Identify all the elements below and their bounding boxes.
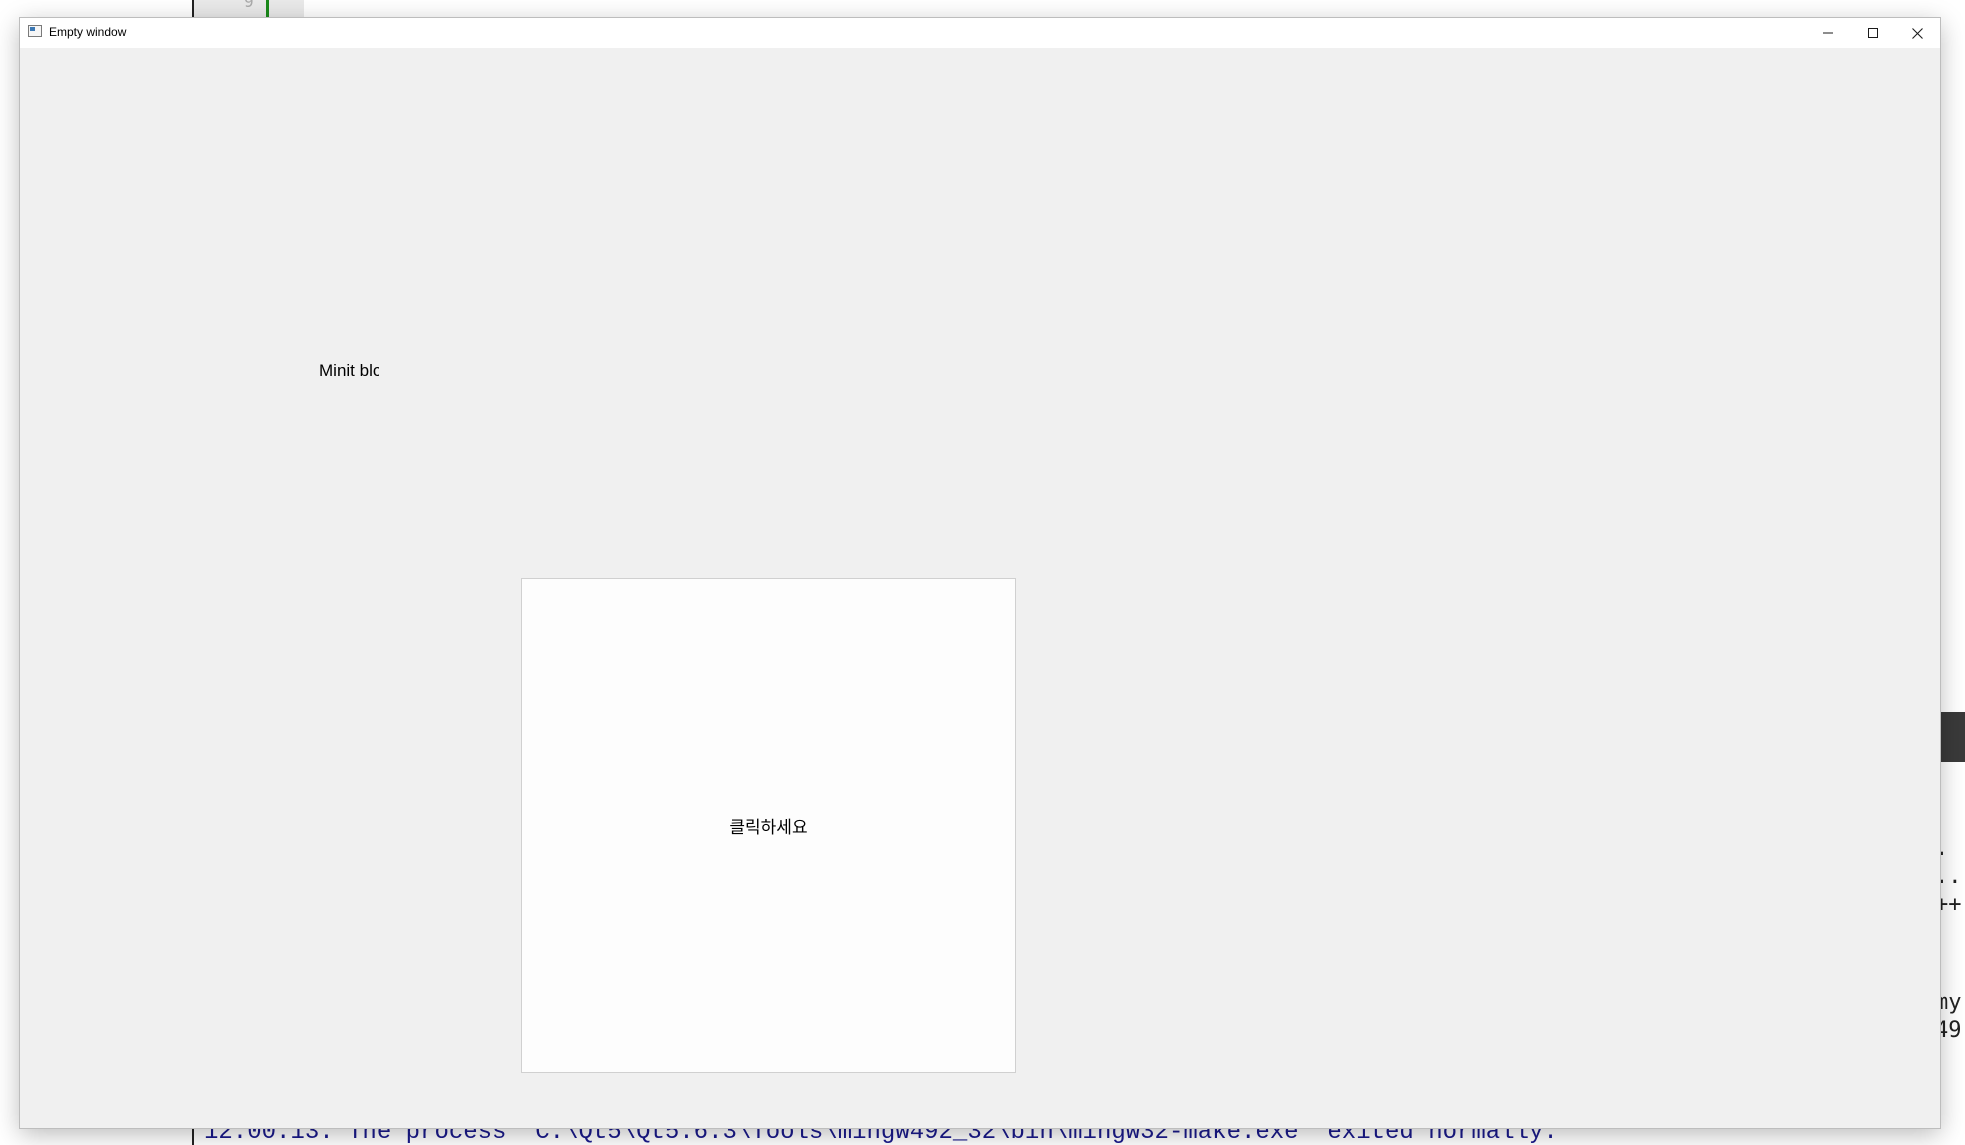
close-icon (1912, 27, 1923, 39)
clipped-label: Minit blc (319, 361, 379, 380)
background-scrollbar-thumb (1940, 712, 1965, 762)
click-here-button[interactable]: 클릭하세요 (521, 578, 1016, 1073)
minimize-button[interactable] (1805, 18, 1850, 48)
background-change-marker (266, 0, 269, 20)
click-here-button-label: 클릭하세요 (729, 818, 808, 838)
close-button[interactable] (1895, 18, 1940, 48)
window-title: Empty window (49, 25, 127, 39)
app-window: Empty window Minit blc 클릭하세요 (20, 18, 1940, 1128)
window-client-area: Minit blc 클릭하세요 (20, 48, 1940, 1128)
app-window-icon (28, 25, 42, 37)
background-editor-gutter: 9 (192, 0, 304, 20)
title-bar[interactable]: Empty window (20, 18, 1940, 48)
desktop: 9 . .. ++ my 49 12:00:13: The process "C… (0, 0, 1965, 1145)
minimize-icon (1822, 32, 1833, 34)
background-line-number: 9 (244, 0, 254, 11)
maximize-button[interactable] (1850, 18, 1895, 48)
maximize-icon (1867, 28, 1878, 38)
